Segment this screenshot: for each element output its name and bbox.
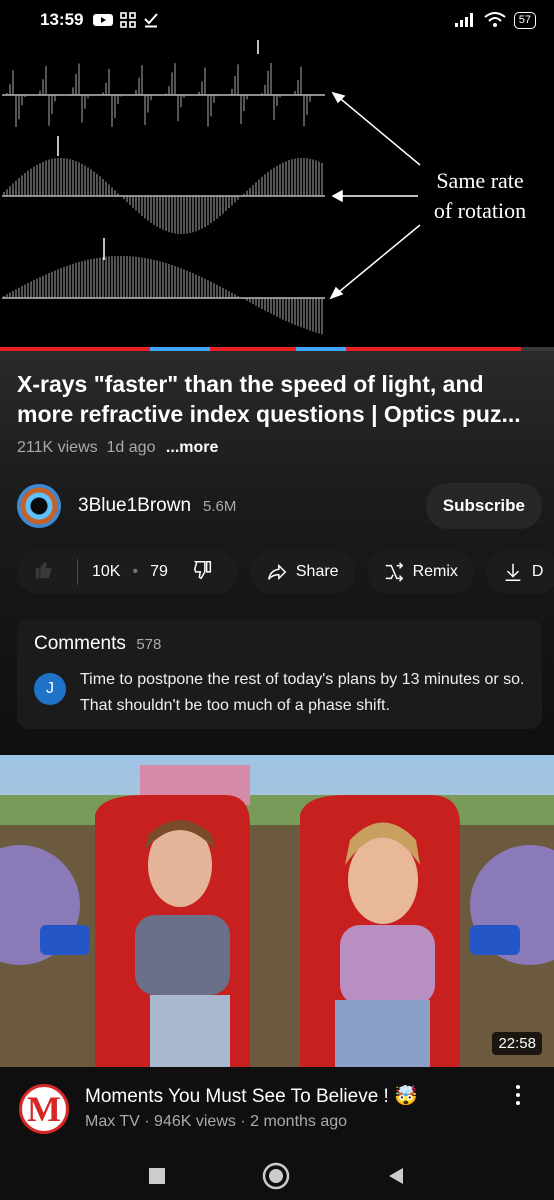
subscribe-button[interactable]: Subscribe <box>425 483 542 529</box>
annotation-line-1: Same rate <box>436 168 523 193</box>
annotation-line-2: of rotation <box>434 198 526 223</box>
comments-heading: Comments <box>34 633 126 654</box>
action-bar: 10K • 79 Share Remix D <box>17 549 554 595</box>
video-player[interactable]: Same rate of rotation <box>0 40 554 350</box>
video-frame-waves: Same rate of rotation <box>2 40 526 335</box>
next-view-count: 946K views <box>154 1113 236 1130</box>
dislike-button[interactable] <box>192 559 222 586</box>
next-channel-name: Max TV <box>85 1113 140 1130</box>
next-video-meta: Max TV · 946K views · 2 months ago <box>85 1113 348 1130</box>
grid-app-icon <box>120 12 137 28</box>
next-video-thumbnail[interactable]: 22:58 <box>0 755 554 1067</box>
like-dislike-pill: 10K • 79 <box>17 550 238 594</box>
like-button[interactable] <box>33 559 63 586</box>
video-info-panel: X-rays "faster" than the speed of light,… <box>0 351 554 751</box>
recents-icon[interactable] <box>148 1167 166 1185</box>
download-done-icon <box>144 13 159 28</box>
battery-indicator: 57 <box>513 11 536 29</box>
share-icon <box>267 563 287 581</box>
status-bar: 13:59 57 <box>0 0 554 40</box>
next-channel-logo[interactable]: M <box>19 1084 69 1134</box>
next-upload-age: 2 months ago <box>250 1113 348 1130</box>
pointer-arrow-bottom <box>333 224 421 297</box>
thumbs-down-icon <box>193 560 211 579</box>
signal-icon <box>454 13 473 27</box>
upload-age: 1d ago <box>106 439 156 456</box>
channel-name[interactable]: 3Blue1Brown <box>78 495 191 517</box>
view-count: 211K views <box>17 439 98 456</box>
comments-section[interactable]: Comments 578 J Time to postpone the rest… <box>17 619 542 729</box>
download-label: D <box>531 563 544 580</box>
home-icon[interactable] <box>262 1162 290 1190</box>
next-video-details[interactable]: M Moments You Must See To Believe ! 🤯 Ma… <box>0 1067 554 1152</box>
comment-text: Time to postpone the rest of today's pla… <box>80 671 525 714</box>
thumbnail-image <box>0 755 554 1067</box>
share-label: Share <box>295 563 339 580</box>
system-nav-bar <box>0 1152 554 1200</box>
share-button[interactable]: Share <box>249 550 355 594</box>
channel-avatar[interactable] <box>17 484 61 528</box>
status-time: 13:59 <box>40 10 84 29</box>
subscriber-count: 5.6M <box>203 497 237 515</box>
comment-author-avatar: J <box>34 673 66 705</box>
comments-total: 578 <box>136 636 162 653</box>
youtube-notification-icon <box>93 14 114 26</box>
remix-icon <box>385 562 403 582</box>
thumbs-up-icon <box>35 561 52 578</box>
next-video-title[interactable]: Moments You Must See To Believe ! 🤯 <box>85 1084 418 1108</box>
more-link[interactable]: ...more <box>166 439 218 456</box>
wifi-icon <box>484 12 506 27</box>
video-meta[interactable]: 211K views 1d ago ...more <box>17 439 218 457</box>
video-duration: 22:58 <box>492 1032 542 1055</box>
download-button[interactable]: D <box>485 550 554 594</box>
download-icon <box>505 563 521 581</box>
video-title[interactable]: X-rays "faster" than the speed of light,… <box>17 369 542 429</box>
like-count: 10K <box>92 563 121 580</box>
pointer-arrow-top <box>335 94 421 166</box>
back-icon[interactable] <box>386 1166 406 1186</box>
top-comment[interactable]: J Time to postpone the rest of today's p… <box>34 667 525 719</box>
remix-button[interactable]: Remix <box>366 550 474 594</box>
remix-label: Remix <box>412 563 458 580</box>
channel-row[interactable]: 3Blue1Brown 5.6M Subscribe <box>17 481 542 531</box>
comment-count-badge: 79 <box>150 563 168 580</box>
more-options-icon[interactable] <box>512 1085 524 1109</box>
